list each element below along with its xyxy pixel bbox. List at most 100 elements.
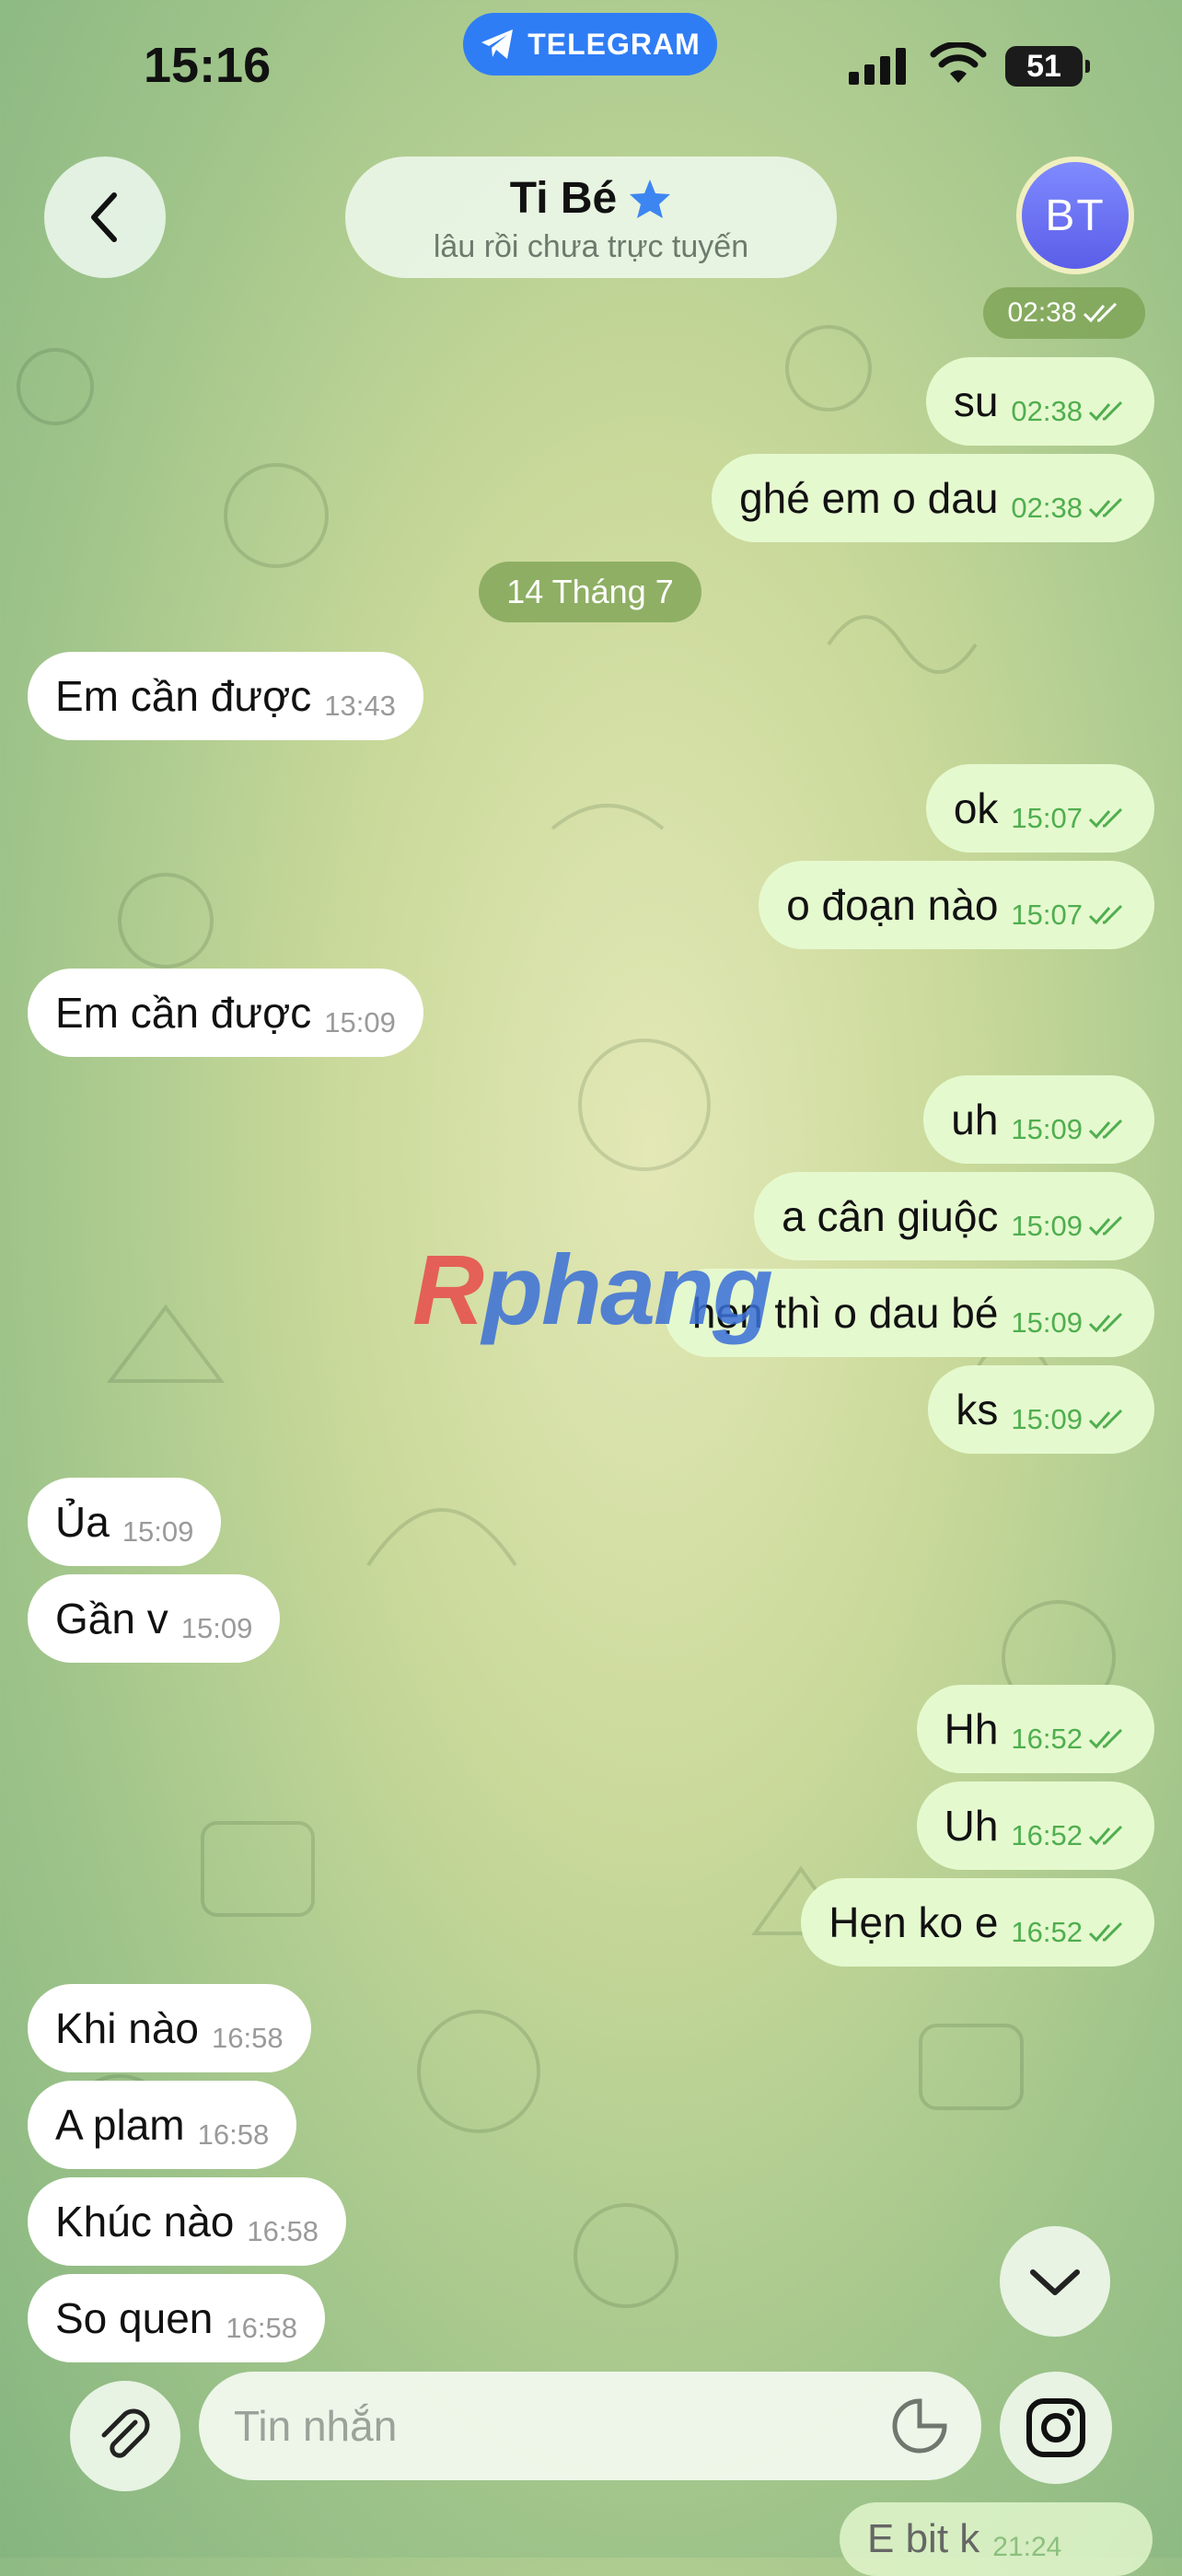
message-time: 15:07 xyxy=(1011,899,1083,931)
outgoing-message[interactable]: ok 15:07 xyxy=(925,764,1154,853)
message-text: ks xyxy=(956,1386,999,1433)
time-chip: 02:38 xyxy=(983,287,1145,339)
message-meta: 15:09 xyxy=(181,1612,253,1645)
chat-title: Ti Bé xyxy=(509,174,618,223)
double-check-icon xyxy=(1088,1313,1123,1333)
message-meta: 16:52 xyxy=(1011,1819,1127,1852)
message-meta: 15:09 xyxy=(1011,1113,1127,1146)
double-check-icon xyxy=(1088,1410,1123,1430)
message-time: 15:09 xyxy=(324,1006,396,1039)
message-meta: 13:43 xyxy=(324,690,396,723)
message-text: ok xyxy=(953,784,999,832)
message-meta: 15:09 xyxy=(1011,1403,1127,1436)
watermark-first-letter: R xyxy=(412,1234,484,1345)
message-text: Em cần được xyxy=(55,672,312,720)
battery-level: 51 xyxy=(1026,48,1061,84)
partial-message-bubble: E bit k 21:24 xyxy=(840,2502,1153,2576)
outgoing-message[interactable]: su 02:38 xyxy=(925,357,1154,446)
wifi-icon xyxy=(930,42,987,83)
message-text: ghé em o dau xyxy=(739,474,999,522)
double-check-icon xyxy=(1083,303,1117,323)
outgoing-message[interactable]: Hẹn ko e 16:52 xyxy=(801,1878,1154,1967)
message-time: 16:52 xyxy=(1011,1916,1083,1948)
partial-message-text: E bit k xyxy=(867,2516,980,2561)
camera-button[interactable] xyxy=(1000,2372,1112,2484)
message-time: 15:09 xyxy=(1011,1113,1083,1145)
incoming-message[interactable]: Ủa 15:09 xyxy=(28,1478,222,1566)
incoming-message[interactable]: Khi nào 16:58 xyxy=(28,1984,311,2072)
message-time: 16:58 xyxy=(197,2118,270,2151)
outgoing-message[interactable]: ks 15:09 xyxy=(928,1365,1154,1454)
telegram-plane-icon xyxy=(481,29,514,59)
telegram-return-pill[interactable]: TELEGRAM xyxy=(463,13,717,75)
status-bar: 15:16 TELEGRAM 51 xyxy=(0,0,1182,138)
message-meta: 02:38 xyxy=(1011,492,1127,525)
message-text: o đoạn nào xyxy=(786,881,999,929)
contact-avatar[interactable]: BT xyxy=(1016,157,1134,274)
message-time: 15:09 xyxy=(1011,1403,1083,1435)
paperclip-icon xyxy=(101,2408,150,2458)
chat-subtitle: lâu rồi chưa trực tuyến xyxy=(433,229,749,264)
message-text: Khúc nào xyxy=(55,2198,235,2245)
message-time: 15:09 xyxy=(180,1612,253,1644)
message-time: 15:09 xyxy=(1011,1306,1083,1339)
message-text: su xyxy=(953,377,999,425)
outgoing-message[interactable]: a cân giuộc 15:09 xyxy=(754,1172,1154,1260)
message-text: Gần v xyxy=(55,1595,168,1642)
sticker-icon[interactable] xyxy=(891,2397,948,2454)
message-meta: 16:52 xyxy=(1011,1916,1127,1949)
double-check-icon xyxy=(1088,1922,1123,1943)
incoming-message[interactable]: Gần v 15:09 xyxy=(28,1574,281,1663)
message-meta: 15:07 xyxy=(1011,899,1127,932)
outgoing-message[interactable]: ghé em o dau 02:38 xyxy=(712,454,1154,542)
message-text: a cân giuộc xyxy=(782,1192,999,1240)
scroll-to-bottom-button[interactable] xyxy=(1000,2226,1110,2337)
avatar-initials: BT xyxy=(1045,191,1106,240)
double-check-icon xyxy=(1088,905,1123,925)
date-label: 14 Tháng 7 xyxy=(506,573,674,610)
incoming-message[interactable]: So quen 16:58 xyxy=(28,2274,325,2362)
message-input[interactable]: Tin nhắn xyxy=(199,2372,981,2480)
outgoing-message[interactable]: o đoạn nào 15:07 xyxy=(759,861,1154,949)
message-meta: 15:09 xyxy=(122,1515,194,1549)
message-time: 16:58 xyxy=(247,2215,319,2247)
watermark-rest: phang xyxy=(482,1234,773,1345)
message-text: A plam xyxy=(55,2101,185,2149)
partial-message-time: 21:24 xyxy=(992,2532,1062,2562)
attach-button[interactable] xyxy=(70,2381,180,2491)
double-check-icon xyxy=(1088,1826,1123,1846)
back-button[interactable] xyxy=(44,157,166,278)
message-meta: 16:58 xyxy=(212,2022,284,2055)
message-time: 02:38 xyxy=(1011,492,1083,524)
message-meta: 15:09 xyxy=(1011,1306,1127,1340)
message-text: Ủa xyxy=(55,1498,110,1546)
message-meta: 15:07 xyxy=(1011,802,1127,835)
message-text: Hh xyxy=(944,1705,999,1753)
outgoing-message[interactable]: uh 15:09 xyxy=(923,1075,1154,1164)
status-time: 15:16 xyxy=(144,38,272,93)
message-text: uh xyxy=(951,1096,999,1143)
incoming-message[interactable]: Em cần được 13:43 xyxy=(28,652,423,740)
chevron-down-icon xyxy=(1030,2269,1080,2295)
double-check-icon xyxy=(1088,401,1123,422)
message-time: 15:09 xyxy=(122,1515,194,1548)
incoming-message[interactable]: A plam 16:58 xyxy=(28,2081,297,2169)
message-text: Khi nào xyxy=(55,2004,200,2052)
double-check-icon xyxy=(1088,808,1123,829)
watermark-logo: Rphang xyxy=(412,1232,773,1347)
message-time: 16:52 xyxy=(1011,1819,1083,1851)
incoming-message[interactable]: Em cần được 15:09 xyxy=(28,969,423,1057)
message-meta: 16:58 xyxy=(226,2312,297,2345)
message-meta: 16:52 xyxy=(1011,1723,1127,1756)
message-input-placeholder: Tin nhắn xyxy=(234,2402,398,2450)
message-meta: 16:58 xyxy=(198,2118,270,2152)
double-check-icon xyxy=(1088,1120,1123,1140)
outgoing-message[interactable]: Uh 16:52 xyxy=(916,1781,1154,1870)
incoming-message[interactable]: Khúc nào 16:58 xyxy=(28,2177,346,2266)
chat-title-pill[interactable]: Ti Bé lâu rồi chưa trực tuyến xyxy=(345,157,837,278)
message-meta: 15:09 xyxy=(324,1006,396,1039)
outgoing-message[interactable]: Hh 16:52 xyxy=(916,1685,1154,1773)
date-separator: 14 Tháng 7 xyxy=(479,562,701,622)
message-time: 16:52 xyxy=(1011,1723,1083,1755)
message-text: Hẹn ko e xyxy=(829,1898,999,1946)
